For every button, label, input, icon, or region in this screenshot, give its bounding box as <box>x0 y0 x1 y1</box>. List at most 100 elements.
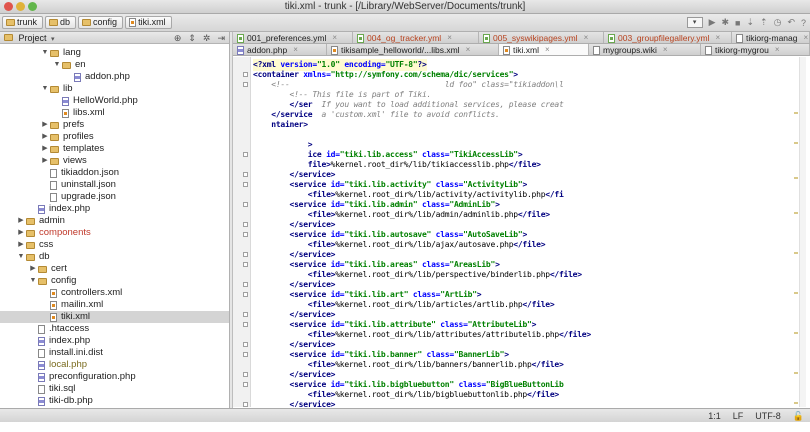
warning-mark[interactable] <box>794 112 798 114</box>
expanded-arrow-icon[interactable]: ▼ <box>40 83 50 95</box>
collapsed-arrow-icon[interactable]: ▶ <box>28 263 38 275</box>
close-tab-icon[interactable]: × <box>775 44 780 55</box>
close-tab-icon[interactable]: × <box>447 32 452 43</box>
fold-marker-icon[interactable] <box>243 202 248 207</box>
close-tab-icon[interactable]: × <box>332 32 337 43</box>
tree-item[interactable]: controllers.xml <box>0 287 229 299</box>
breadcrumb-item-trunk[interactable]: trunk <box>2 16 44 29</box>
tree-item[interactable]: install.ini.dist <box>0 347 229 359</box>
run-config-dropdown[interactable]: ▾ <box>686 17 703 28</box>
collapsed-arrow-icon[interactable]: ▶ <box>40 155 50 167</box>
editor-scrollbar[interactable] <box>799 57 806 407</box>
tree-item[interactable]: index.php <box>0 203 229 215</box>
close-tab-icon[interactable]: × <box>293 44 298 55</box>
close-tab-icon[interactable]: × <box>663 44 668 55</box>
file-encoding[interactable]: UTF-8 <box>755 409 781 423</box>
warning-mark[interactable] <box>794 142 798 144</box>
breadcrumb-item-config[interactable]: config <box>78 16 124 29</box>
fold-marker-icon[interactable] <box>243 262 248 267</box>
collapsed-arrow-icon[interactable]: ▶ <box>16 227 26 239</box>
tree-item[interactable]: ▶ profiles <box>0 131 229 143</box>
tree-item[interactable]: HelloWorld.php <box>0 95 229 107</box>
fold-marker-icon[interactable] <box>243 72 248 77</box>
tree-item[interactable]: ▶ views <box>0 155 229 167</box>
editor-tab[interactable]: mygroups.wiki × <box>589 44 701 55</box>
collapsed-arrow-icon[interactable]: ▶ <box>40 143 50 155</box>
warning-mark[interactable] <box>794 332 798 334</box>
editor-tab[interactable]: tikisample_helloworld/...libs.xml × <box>327 44 499 55</box>
expanded-arrow-icon[interactable]: ▼ <box>16 251 26 263</box>
fold-marker-icon[interactable] <box>243 382 248 387</box>
tree-item[interactable]: ▶ cert <box>0 263 229 275</box>
tree-item[interactable]: addon.php <box>0 71 229 83</box>
close-tab-icon[interactable]: × <box>804 32 809 43</box>
editor-tab[interactable]: tikiorg-mygrou × <box>701 44 810 55</box>
hide-panel-icon[interactable]: ⇥ <box>217 32 225 44</box>
warning-mark[interactable] <box>794 177 798 179</box>
tree-item[interactable]: ▼ lib <box>0 83 229 95</box>
collapsed-arrow-icon[interactable]: ▶ <box>16 239 26 251</box>
vcs-commit-icon[interactable]: ⇡ <box>760 17 768 28</box>
fold-marker-icon[interactable] <box>243 372 248 377</box>
warning-mark[interactable] <box>794 372 798 374</box>
tree-item[interactable]: index.php <box>0 335 229 347</box>
close-tab-icon[interactable]: × <box>466 44 471 55</box>
tree-item[interactable]: ▶ css <box>0 239 229 251</box>
fold-marker-icon[interactable] <box>243 282 248 287</box>
collapsed-arrow-icon[interactable]: ▶ <box>40 131 50 143</box>
warning-mark[interactable] <box>794 212 798 214</box>
editor-tab[interactable]: 001_preferences.yml × <box>233 32 353 43</box>
breadcrumb-item-tiki-xml[interactable]: tiki.xml <box>125 16 172 29</box>
tree-item[interactable]: ▶ admin <box>0 215 229 227</box>
tree-item[interactable]: ▼ config <box>0 275 229 287</box>
editor-tab[interactable]: addon.php × <box>233 44 327 55</box>
code-area[interactable]: <?xml version="1.0" encoding="UTF-8"?> <c… <box>233 57 810 407</box>
debug-icon[interactable]: ✱ <box>722 17 730 28</box>
tree-item[interactable]: ▼ db <box>0 251 229 263</box>
warning-mark[interactable] <box>794 402 798 404</box>
fold-marker-icon[interactable] <box>243 172 248 177</box>
tree-item[interactable]: .htaccess <box>0 323 229 335</box>
fold-marker-icon[interactable] <box>243 342 248 347</box>
close-tab-icon[interactable]: × <box>545 44 550 55</box>
editor-tab[interactable]: 004_og_tracker.yml × <box>353 32 479 43</box>
zoom-window-button[interactable] <box>28 2 37 11</box>
fold-marker-icon[interactable] <box>243 252 248 257</box>
collapsed-arrow-icon[interactable]: ▶ <box>16 215 26 227</box>
warning-mark[interactable] <box>794 252 798 254</box>
editor-tab[interactable]: 003_groupfilegallery.yml × <box>604 32 732 43</box>
close-window-button[interactable] <box>4 2 13 11</box>
fold-marker-icon[interactable] <box>243 312 248 317</box>
tree-item[interactable]: ▶ templates <box>0 143 229 155</box>
tree-item[interactable]: preconfiguration.php <box>0 371 229 383</box>
chevron-down-icon[interactable]: ▾ <box>51 36 55 43</box>
tree-item[interactable]: mailin.xml <box>0 299 229 311</box>
fold-marker-icon[interactable] <box>243 152 248 157</box>
close-tab-icon[interactable]: × <box>716 32 721 43</box>
warning-mark[interactable] <box>794 292 798 294</box>
history-icon[interactable]: ◷ <box>774 17 782 28</box>
collapsed-arrow-icon[interactable]: ▶ <box>40 119 50 131</box>
cursor-position[interactable]: 1:1 <box>708 409 721 423</box>
code-line[interactable]: </service> <box>253 399 336 407</box>
fold-marker-icon[interactable] <box>243 402 248 407</box>
expanded-arrow-icon[interactable]: ▼ <box>40 47 50 59</box>
locate-icon[interactable]: ⊕ <box>174 32 182 44</box>
vcs-update-icon[interactable]: ⇣ <box>746 17 754 28</box>
project-panel-title[interactable]: Project <box>19 33 47 43</box>
fold-marker-icon[interactable] <box>243 182 248 187</box>
editor-tab[interactable]: tiki.xml × <box>499 44 589 55</box>
tree-item[interactable]: libs.xml <box>0 107 229 119</box>
tree-item[interactable]: tiki.sql <box>0 383 229 395</box>
tree-item[interactable]: local.php <box>0 359 229 371</box>
editor-tab[interactable]: tikiorg-manag × <box>732 32 810 43</box>
tree-item[interactable]: tiki.xml <box>0 311 229 323</box>
tree-item[interactable]: ▶ prefs <box>0 119 229 131</box>
tree-item[interactable]: tikiaddon.json <box>0 167 229 179</box>
expanded-arrow-icon[interactable]: ▼ <box>52 59 62 71</box>
tree-item[interactable]: ▼ lang <box>0 47 229 59</box>
expanded-arrow-icon[interactable]: ▼ <box>28 275 38 287</box>
help-icon[interactable]: ? <box>801 18 806 28</box>
tree-item[interactable]: ▶ components <box>0 227 229 239</box>
fold-marker-icon[interactable] <box>243 82 248 87</box>
